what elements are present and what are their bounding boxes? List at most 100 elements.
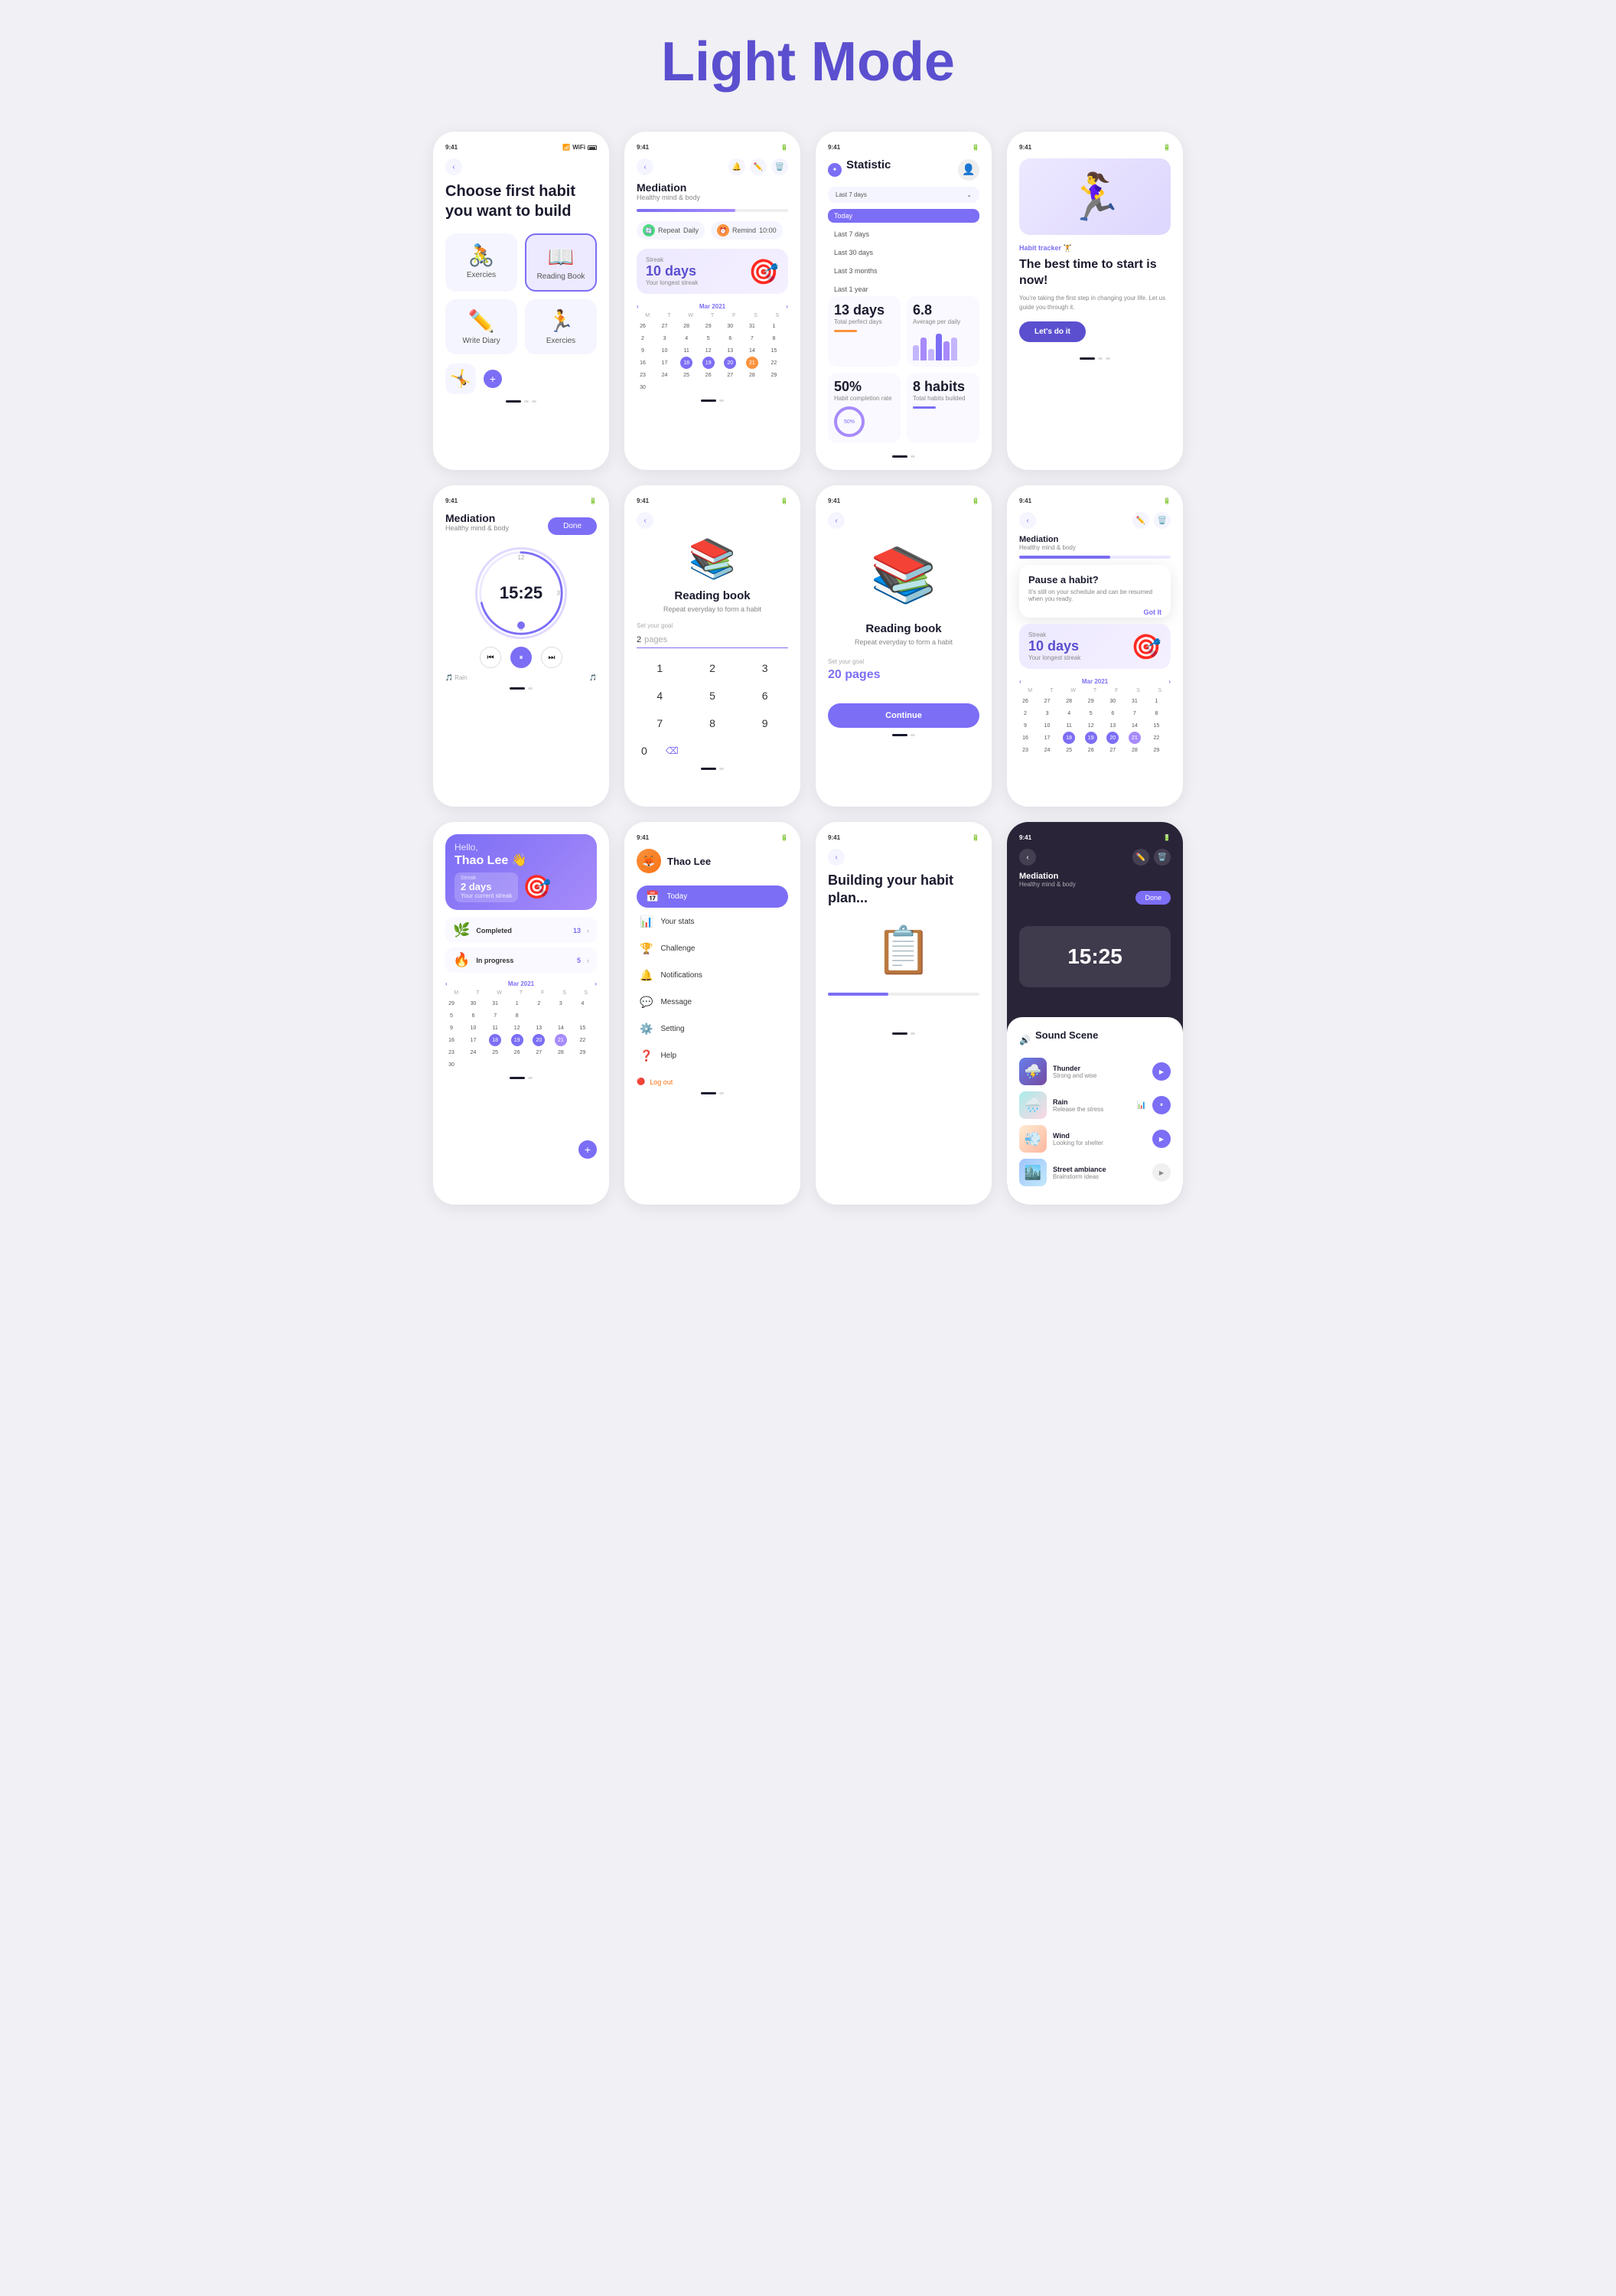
key-5[interactable]: 5 — [689, 685, 736, 706]
streak-sublabel: Your longest streak — [646, 279, 698, 286]
forward-button[interactable]: ⏭ — [541, 647, 562, 668]
stat-3months[interactable]: Last 3 months — [828, 264, 979, 278]
habit-exercies[interactable]: 🚴 Exercies — [445, 233, 517, 292]
key-4[interactable]: 4 — [637, 685, 683, 706]
weekday-headers2: M T W T F S S — [1019, 688, 1171, 693]
key-6[interactable]: 6 — [741, 685, 788, 706]
stat-1year[interactable]: Last 1 year — [828, 282, 979, 296]
dark-done-button[interactable]: Done — [1135, 891, 1171, 905]
user-avatar[interactable]: 👤 — [958, 159, 979, 181]
logout-button[interactable]: 🔴 Log out — [637, 1078, 788, 1086]
back-button[interactable]: ‹ — [637, 512, 653, 529]
cal-week6: 30 — [637, 381, 788, 393]
back-button[interactable]: ‹ — [828, 849, 845, 866]
completed-count: 13 — [573, 927, 581, 934]
stat-filter[interactable]: Last 7 days ⌄ — [828, 187, 979, 203]
back-button[interactable]: ‹ — [1019, 512, 1036, 529]
edit-btn-dark[interactable]: ✏️ — [1132, 849, 1149, 866]
dark-med-subtitle: Healthy mind & body — [1019, 881, 1171, 888]
habit-diary[interactable]: ✏️ Write Diary — [445, 299, 517, 354]
backspace-button[interactable]: ⌫ — [666, 745, 679, 756]
key-9[interactable]: 9 — [741, 713, 788, 734]
stat-7days[interactable]: Last 7 days — [828, 227, 979, 241]
menu-today[interactable]: 📅 Today — [637, 885, 788, 908]
setting-icon: ⚙️ — [640, 1022, 653, 1035]
med-progress — [1019, 556, 1110, 559]
streak-card: Streak 10 days Your longest streak 🎯 — [637, 249, 788, 294]
nav-indicator — [828, 728, 979, 736]
sound-scene-panel: 🔊 Sound Scene ⛈️ Thunder Strong and wise… — [1007, 1017, 1183, 1205]
delete-btn-dark[interactable]: 🗑️ — [1154, 849, 1171, 866]
runner-illustration: 🏃‍♀️ — [1019, 158, 1171, 235]
cal-prev3[interactable]: ‹ — [445, 980, 448, 987]
battery-icon — [588, 145, 597, 150]
wind-ctrl[interactable]: ▶ — [1152, 1130, 1171, 1148]
profile-name: Thao Lee — [667, 856, 711, 867]
thunder-thumb: ⛈️ — [1019, 1058, 1047, 1085]
done-button[interactable]: Done — [548, 517, 597, 535]
continue-button[interactable]: Continue — [828, 703, 979, 728]
key-3[interactable]: 3 — [741, 657, 788, 679]
battery-icon: 🔋 — [589, 497, 597, 504]
lets-do-it-button[interactable]: Let's do it — [1019, 321, 1086, 342]
menu-message[interactable]: 💬 Message — [637, 990, 788, 1015]
key-0[interactable]: 0 — [641, 745, 647, 757]
menu-challenge[interactable]: 🏆 Challenge — [637, 936, 788, 961]
med-subtitle: Healthy mind & body — [637, 194, 788, 201]
cal-prev[interactable]: ‹ — [637, 303, 639, 310]
key-1[interactable]: 1 — [637, 657, 683, 679]
habit-exercies2[interactable]: 🏃 Exercies — [525, 299, 597, 354]
menu-setting[interactable]: ⚙️ Setting — [637, 1016, 788, 1042]
back-button[interactable]: ‹ — [637, 158, 653, 175]
menu-stats[interactable]: 📊 Your stats — [637, 909, 788, 934]
phone-profile-menu: 9:41 🔋 🦊 Thao Lee 📅 Today 📊 Your stats 🏆… — [624, 822, 800, 1205]
back-button[interactable]: ‹ — [445, 158, 462, 175]
menu-notifications[interactable]: 🔔 Notifications — [637, 963, 788, 988]
cal-month3: Mar 2021 — [508, 980, 534, 987]
delete-button[interactable]: 🗑️ — [771, 158, 788, 175]
street-name: Street ambiance — [1053, 1166, 1146, 1173]
cal-next2[interactable]: › — [1168, 678, 1171, 685]
goal-unit: pages — [644, 635, 667, 644]
cal2-week3: 9101112131415 — [1019, 719, 1171, 732]
status-bar: 9:41 🔋 — [637, 834, 788, 841]
key-8[interactable]: 8 — [689, 713, 736, 734]
habit-reading[interactable]: 📖 Reading Book — [525, 233, 597, 292]
stat-today[interactable]: Today — [828, 209, 979, 223]
fab-add[interactable]: + — [578, 1140, 597, 1159]
habit-diary-label: Write Diary — [462, 337, 500, 345]
back-button[interactable]: ‹ — [828, 512, 845, 529]
stat-30days[interactable]: Last 30 days — [828, 246, 979, 259]
bar-chart — [913, 330, 973, 360]
time: 9:41 — [445, 497, 458, 504]
status-bar: 9:41 🔋 — [828, 144, 979, 151]
build-title: Building your habit plan... — [828, 872, 979, 908]
goal-input[interactable]: 2 pages — [637, 632, 788, 648]
thunder-ctrl[interactable]: ▶ — [1152, 1062, 1171, 1081]
sound-icon: 🔊 — [1019, 1035, 1031, 1045]
key-7[interactable]: 7 — [637, 713, 683, 734]
delete-btn2[interactable]: 🗑️ — [1154, 512, 1171, 529]
cal-next[interactable]: › — [786, 303, 788, 310]
rain-ctrl[interactable]: ⏸ — [1152, 1096, 1171, 1114]
cal-prev2[interactable]: ‹ — [1019, 678, 1021, 685]
street-ctrl[interactable]: ▶ — [1152, 1163, 1171, 1182]
add-habit-button[interactable]: + — [484, 370, 502, 388]
got-it-button[interactable]: Got It — [1144, 608, 1162, 616]
cal-next3[interactable]: › — [595, 980, 597, 987]
pause-button[interactable]: ⏸ — [510, 647, 532, 668]
rewind-button[interactable]: ⏮ — [480, 647, 501, 668]
key-2[interactable]: 2 — [689, 657, 736, 679]
edit-buttons: 🔔 ✏️ 🗑️ — [728, 158, 788, 175]
edit-button[interactable]: ✏️ — [750, 158, 767, 175]
stat-options: Today Last 7 days Last 30 days Last 3 mo… — [828, 209, 979, 296]
edit-btn2[interactable]: ✏️ — [1132, 512, 1149, 529]
cal-week4: 16171819202122 — [637, 357, 788, 369]
status-bar: 9:41 🔋 — [1019, 497, 1171, 504]
extra-habit-icon: 🤸 — [445, 364, 476, 394]
back-button-dark[interactable]: ‹ — [1019, 849, 1036, 866]
cal-week5: 23242526272829 — [637, 369, 788, 381]
menu-help[interactable]: ❓ Help — [637, 1043, 788, 1068]
signal-icon: 📶 — [562, 144, 570, 151]
notification-button[interactable]: 🔔 — [728, 158, 745, 175]
